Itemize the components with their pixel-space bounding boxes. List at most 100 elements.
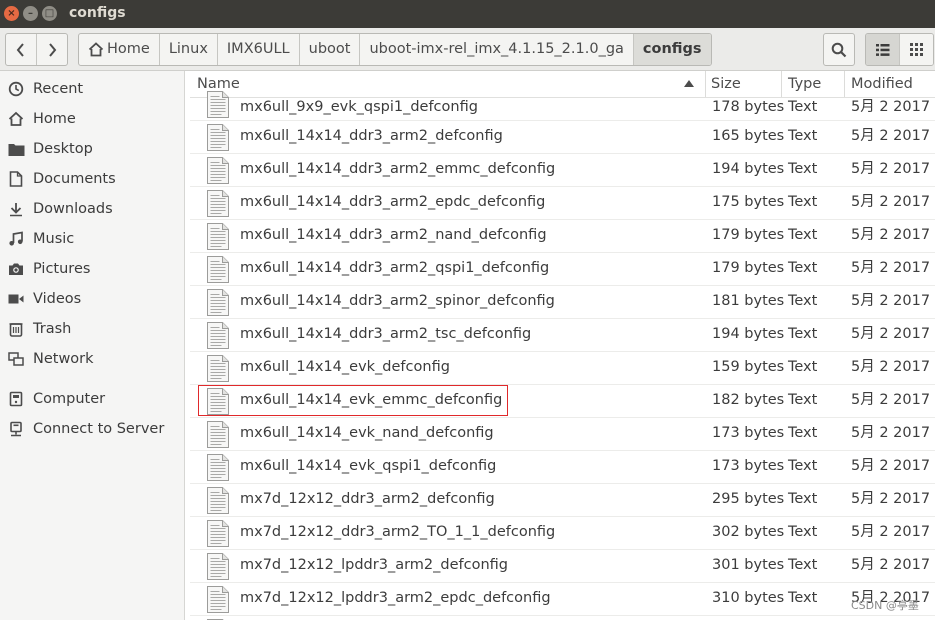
text-file-icon	[207, 190, 229, 217]
sidebar-item-network[interactable]: Network	[0, 344, 184, 374]
file-type: Text	[788, 194, 818, 210]
sidebar-item-label: Desktop	[33, 141, 93, 157]
file-size: 179 bytes	[712, 227, 785, 243]
file-modified: 5月 2 2017	[851, 557, 931, 573]
file-type: Text	[788, 99, 818, 115]
file-row[interactable]: mx6ull_14x14_ddr3_arm2_defconfig 165 byte…	[190, 121, 935, 154]
text-file-icon	[207, 289, 229, 316]
file-modified: 5月 2 2017	[851, 491, 931, 507]
file-row[interactable]: mx7d_12x12_lpddr3_arm2_qspi1_defconfig 31…	[190, 616, 935, 620]
sidebar-item-documents[interactable]: Documents	[0, 164, 184, 194]
text-file-icon	[207, 487, 229, 514]
column-divider[interactable]	[844, 71, 845, 97]
breadcrumb-label: Home	[107, 41, 150, 57]
file-row[interactable]: mx7d_12x12_lpddr3_arm2_epdc_defconfig 310…	[190, 583, 935, 616]
sidebar-item-pictures[interactable]: Pictures	[0, 254, 184, 284]
file-row[interactable]: mx6ull_14x14_ddr3_arm2_qspi1_defconfig 17…	[190, 253, 935, 286]
breadcrumb-label: IMX6ULL	[226, 41, 290, 57]
text-file-icon	[207, 520, 229, 547]
file-name: mx6ull_14x14_ddr3_arm2_qspi1_defconfig	[240, 260, 550, 276]
close-window-button[interactable]: ×	[4, 6, 19, 21]
file-type: Text	[788, 326, 818, 342]
breadcrumb: Home Linux IMX6ULL uboot uboot-imx-rel_imx_4…	[78, 33, 712, 66]
sidebar-item-computer[interactable]: Computer	[0, 384, 184, 414]
file-size: 165 bytes	[712, 128, 785, 144]
search-icon	[831, 42, 847, 57]
file-size: 194 bytes	[712, 326, 785, 342]
sidebar-devices: Computer Connect to Server	[0, 384, 184, 444]
list-view-button[interactable]	[866, 34, 899, 65]
breadcrumb-item-uboot[interactable]: uboot	[298, 34, 360, 65]
sidebar-item-recent[interactable]: Recent	[0, 74, 184, 104]
breadcrumb-item-home[interactable]: Home	[79, 34, 159, 65]
file-row[interactable]: mx6ull_9x9_evk_qspi1_defconfig 178 bytes T…	[190, 91, 935, 121]
sidebar-item-connect-to-server[interactable]: Connect to Server	[0, 414, 184, 444]
file-modified: 5月 2 2017	[851, 458, 931, 474]
sidebar-item-music[interactable]: Music	[0, 224, 184, 254]
sidebar-item-desktop[interactable]: Desktop	[0, 134, 184, 164]
text-file-icon	[207, 124, 229, 151]
search-button[interactable]	[823, 33, 855, 66]
file-size: 159 bytes	[712, 359, 785, 375]
breadcrumb-item-configs[interactable]: configs	[632, 34, 711, 65]
text-file-icon	[207, 91, 229, 118]
file-row[interactable]: mx6ull_14x14_ddr3_arm2_spinor_defconfig 1…	[190, 286, 935, 319]
sidebar-item-videos[interactable]: Videos	[0, 284, 184, 314]
file-row[interactable]: mx6ull_14x14_ddr3_arm2_emmc_defconfig 194…	[190, 154, 935, 187]
file-row[interactable]: mx6ull_14x14_ddr3_arm2_nand_defconfig 179…	[190, 220, 935, 253]
breadcrumb-label: Linux	[168, 41, 208, 57]
breadcrumb-item-linux[interactable]: Linux	[158, 34, 217, 65]
sidebar-item-label: Documents	[33, 171, 116, 187]
sidebar-item-label: Computer	[33, 391, 106, 407]
file-modified: 5月 2 2017	[851, 359, 931, 375]
file-row[interactable]: mx7d_12x12_ddr3_arm2_defconfig 295 bytes T…	[190, 484, 935, 517]
file-modified: 5月 2 2017	[851, 227, 931, 243]
file-row[interactable]: mx7d_12x12_ddr3_arm2_TO_1_1_defconfig 302…	[190, 517, 935, 550]
column-divider[interactable]	[705, 71, 706, 97]
view-switcher	[865, 33, 934, 66]
back-button[interactable]	[6, 34, 36, 65]
file-type: Text	[788, 260, 818, 276]
file-name: mx6ull_14x14_ddr3_arm2_emmc_defconfig	[240, 161, 556, 177]
file-row[interactable]: mx6ull_14x14_evk_nand_defconfig 173 bytes…	[190, 418, 935, 451]
file-row[interactable]: mx6ull_14x14_ddr3_arm2_tsc_defconfig 194 …	[190, 319, 935, 352]
file-name: mx6ull_14x14_ddr3_arm2_nand_defconfig	[240, 227, 547, 243]
file-name: mx7d_12x12_lpddr3_arm2_defconfig	[240, 557, 508, 573]
sidebar-item-label: Videos	[33, 291, 82, 307]
breadcrumb-item-uboot-imx-rel-imx-4-1-15-2-1-0-ga[interactable]: uboot-imx-rel_imx_4.1.15_2.1.0_ga	[359, 34, 632, 65]
file-name: mx7d_12x12_ddr3_arm2_TO_1_1_defconfig	[240, 524, 556, 540]
file-size: 310 bytes	[712, 590, 785, 606]
file-modified: 5月 2 2017	[851, 128, 931, 144]
file-size: 173 bytes	[712, 425, 785, 441]
file-type: Text	[788, 227, 818, 243]
file-row[interactable]: mx6ull_14x14_evk_emmc_defconfig 182 bytes…	[190, 385, 935, 418]
breadcrumb-item-imx6ull[interactable]: IMX6ULL	[216, 34, 299, 65]
sidebar-item-trash[interactable]: Trash	[0, 314, 184, 344]
sidebar-item-home[interactable]: Home	[0, 104, 184, 134]
forward-button[interactable]	[36, 34, 67, 65]
sidebar-item-label: Network	[33, 351, 94, 367]
file-row[interactable]: mx6ull_14x14_ddr3_arm2_epdc_defconfig 175…	[190, 187, 935, 220]
sidebar-item-label: Home	[33, 111, 76, 127]
file-name: mx6ull_14x14_evk_defconfig	[240, 359, 450, 375]
text-file-icon	[207, 256, 229, 283]
folder-icon	[7, 140, 25, 158]
file-size: 182 bytes	[712, 392, 785, 408]
text-file-icon	[207, 223, 229, 250]
file-row[interactable]: mx6ull_14x14_evk_qspi1_defconfig 173 byte…	[190, 451, 935, 484]
grid-view-button[interactable]	[899, 34, 933, 65]
file-name: mx6ull_9x9_evk_qspi1_defconfig	[240, 99, 478, 115]
minimize-window-button[interactable]: –	[23, 6, 38, 21]
chevron-left-icon	[16, 42, 24, 57]
text-file-icon	[207, 322, 229, 349]
sidebar-item-downloads[interactable]: Downloads	[0, 194, 184, 224]
file-name: mx7d_12x12_lpddr3_arm2_epdc_defconfig	[240, 590, 551, 606]
file-row[interactable]: mx7d_12x12_lpddr3_arm2_defconfig 301 byte…	[190, 550, 935, 583]
maximize-window-button[interactable]: □	[42, 6, 57, 21]
file-size: 178 bytes	[712, 99, 785, 115]
text-file-icon	[207, 553, 229, 580]
sidebar-item-label: Downloads	[33, 201, 113, 217]
file-name: mx6ull_14x14_ddr3_arm2_defconfig	[240, 128, 503, 144]
file-row[interactable]: mx6ull_14x14_evk_defconfig 159 bytes Text 5…	[190, 352, 935, 385]
file-modified: 5月 2 2017	[851, 260, 931, 276]
